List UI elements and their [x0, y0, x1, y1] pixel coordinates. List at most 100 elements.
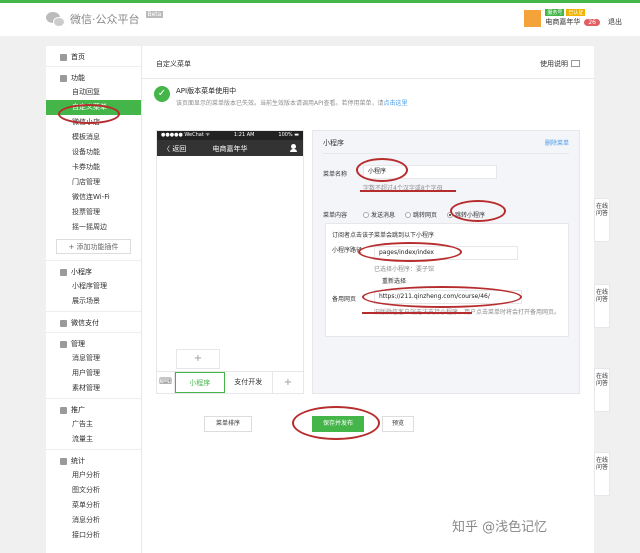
menu-tab-miniprogram[interactable]: 小程序	[175, 372, 225, 393]
avatar[interactable]	[524, 9, 542, 27]
radio-label: 发送消息	[371, 212, 396, 219]
sidebar-item-store-manage[interactable]: 门店管理	[46, 175, 141, 190]
sidebar-item-coupon[interactable]: 卡券功能	[46, 160, 141, 175]
keyboard-icon[interactable]: ⌨	[157, 372, 175, 393]
phone-nav-bar: 〈 返回 电商嘉年华	[157, 140, 303, 156]
section-label: 功能	[71, 74, 85, 82]
sidebar-item-users[interactable]: 用户管理	[46, 366, 141, 381]
logout-link[interactable]: 退出	[608, 17, 622, 27]
section-label: 小程序	[71, 268, 92, 276]
sidebar-item-messages[interactable]: 消息管理	[46, 351, 141, 366]
sidebar-item-wechat-store[interactable]: 微信小店	[46, 115, 141, 130]
notice-title: API版本菜单使用中	[176, 87, 237, 95]
stats-icon	[60, 457, 67, 465]
sidebar-item-article-analysis[interactable]: 图文分析	[46, 483, 141, 498]
clock: 1:21 AM	[233, 132, 255, 138]
backup-label: 备用网页	[332, 296, 357, 303]
radio-label: 跳转小程序	[455, 212, 486, 219]
sidebar-section-promote: 推广	[46, 403, 141, 417]
content-type-radios: 发送消息 跳转网页 跳转小程序	[363, 210, 485, 219]
account-info[interactable]: 服务号 已认证 电商嘉年华 26	[524, 9, 600, 27]
notice-desc: 该页面显示的菜单版本已失效。当前生效版本请调用API查看。若停用菜单，请	[176, 100, 384, 107]
certified-badge: 已认证	[566, 9, 586, 16]
sidebar-item-menu-analysis[interactable]: 菜单分析	[46, 498, 141, 513]
beta-badge: Beta	[145, 11, 164, 18]
wechat-icon	[46, 11, 66, 27]
account-name: 电商嘉年华	[545, 18, 581, 26]
side-tab-qa-1[interactable]: 在线问答	[594, 198, 610, 242]
watermark: 知乎 @浅色记忆	[452, 520, 548, 535]
add-submenu-button[interactable]: +	[176, 349, 220, 369]
name-hint: 字数不超过4个汉字或8个字母	[363, 185, 443, 192]
sidebar-item-mp-manage[interactable]: 小程序管理	[46, 279, 141, 294]
wechat-logo[interactable]: 微信·公众平台 Beta	[46, 11, 164, 27]
home-icon	[60, 53, 67, 61]
check-icon: ✓	[154, 86, 170, 102]
add-menu-button[interactable]: +	[273, 372, 303, 393]
sidebar-item-user-analysis[interactable]: 用户分析	[46, 468, 141, 483]
radio-send-message[interactable]: 发送消息	[363, 210, 395, 219]
user-icon[interactable]	[290, 144, 297, 152]
path-label: 小程序路径	[332, 247, 363, 254]
help-link[interactable]: 使用说明	[540, 59, 580, 69]
menu-sort-button[interactable]: 菜单排序	[204, 416, 252, 432]
sidebar-section-manage: 管理	[46, 337, 141, 351]
radio-jump-miniprogram[interactable]: 跳转小程序	[447, 210, 485, 219]
sidebar-section-stats: 统计	[46, 454, 141, 468]
preview-button[interactable]: 预览	[382, 416, 414, 432]
backup-hint: 旧版微信客户端无法支持小程序，用户点击菜单时将会打开备用网页。	[374, 309, 561, 316]
sidebar-item-advertiser[interactable]: 广告主	[46, 417, 141, 432]
sidebar-item-template-msg[interactable]: 模板消息	[46, 130, 141, 145]
manage-icon	[60, 340, 67, 348]
sidebar-label: 微信支付	[71, 319, 99, 327]
editor-title: 小程序	[323, 139, 344, 147]
backup-url-input[interactable]: https://211.qinzheng.com/course/46/	[374, 290, 522, 304]
mp-path-input[interactable]: pages/index/index	[374, 246, 518, 260]
sidebar-item-materials[interactable]: 素材管理	[46, 381, 141, 396]
menu-tab-pay-dev[interactable]: 支付开发	[225, 372, 273, 393]
sidebar-item-home[interactable]: 首页	[46, 50, 141, 64]
logo-text: 微信·公众平台	[70, 13, 140, 26]
sidebar-item-vote[interactable]: 投票管理	[46, 205, 141, 220]
sidebar-item-message-analysis[interactable]: 消息分析	[46, 513, 141, 528]
reselect-link[interactable]: 重新选择	[382, 276, 406, 285]
menu-editor: 小程序 删除菜单 菜单名称 小程序 字数不超过4个汉字或8个字母 菜单内容 发送…	[312, 130, 580, 394]
sidebar-item-wifi[interactable]: 微信连Wi-Fi	[46, 190, 141, 205]
side-tab-qa-3[interactable]: 在线问答	[594, 368, 610, 412]
sidebar-item-wxpay[interactable]: 微信支付	[46, 316, 141, 330]
save-publish-button[interactable]: 保存并发布	[312, 416, 364, 432]
carrier: ●●●●● WeChat ᯤ	[161, 132, 210, 138]
sidebar-item-device[interactable]: 设备功能	[46, 145, 141, 160]
sidebar-item-shake[interactable]: 摇一摇周边	[46, 220, 141, 235]
radio-jump-web[interactable]: 跳转网页	[405, 210, 437, 219]
sub-hint: 订阅者点击该子菜单会跳到以下小程序	[332, 232, 435, 239]
sidebar-item-publisher[interactable]: 流量主	[46, 432, 141, 447]
side-tab-qa-4[interactable]: 在线问答	[594, 452, 610, 496]
notification-count[interactable]: 26	[584, 19, 600, 26]
name-label: 菜单名称	[323, 171, 348, 178]
phone-title: 电商嘉年华	[212, 145, 248, 153]
section-label: 管理	[71, 340, 85, 348]
click-here-link[interactable]: 点击这里	[384, 100, 408, 107]
section-label: 统计	[71, 457, 85, 465]
main-panel: 自定义菜单 使用说明 ✓ API版本菜单使用中 该页面显示的菜单版本已失效。当前…	[142, 46, 594, 553]
delete-menu-link[interactable]: 删除菜单	[545, 138, 569, 147]
phone-menu-bar: ⌨ 小程序 支付开发 +	[157, 371, 303, 393]
page-title: 自定义菜单	[156, 60, 191, 68]
add-plugin-button[interactable]: + 添加功能插件	[56, 239, 131, 254]
sidebar-item-custom-menu[interactable]: 自定义菜单	[46, 100, 141, 115]
menu-name-input[interactable]: 小程序	[363, 165, 497, 179]
miniprogram-settings-panel: 订阅者点击该子菜单会跳到以下小程序 小程序路径 pages/index/inde…	[325, 223, 569, 337]
miniprogram-icon	[60, 268, 67, 276]
sidebar-item-api-analysis[interactable]: 接口分析	[46, 528, 141, 543]
pay-icon	[60, 319, 67, 327]
phone-preview: ●●●●● WeChat ᯤ 1:21 AM 100% ▬ 〈 返回 电商嘉年华…	[156, 130, 304, 394]
sidebar: 首页 功能 自动回复 自定义菜单 微信小店 模板消息 设备功能 卡券功能 门店管…	[46, 46, 142, 553]
sidebar-item-scenes[interactable]: 展示场景	[46, 294, 141, 309]
phone-status-bar: ●●●●● WeChat ᯤ 1:21 AM 100% ▬	[157, 131, 303, 140]
top-bar: 微信·公众平台 Beta 服务号 已认证 电商嘉年华 26 退出	[0, 0, 640, 36]
side-tab-qa-2[interactable]: 在线问答	[594, 284, 610, 328]
content-label: 菜单内容	[323, 212, 348, 219]
sidebar-item-auto-reply[interactable]: 自动回复	[46, 85, 141, 100]
battery: 100% ▬	[278, 132, 299, 138]
